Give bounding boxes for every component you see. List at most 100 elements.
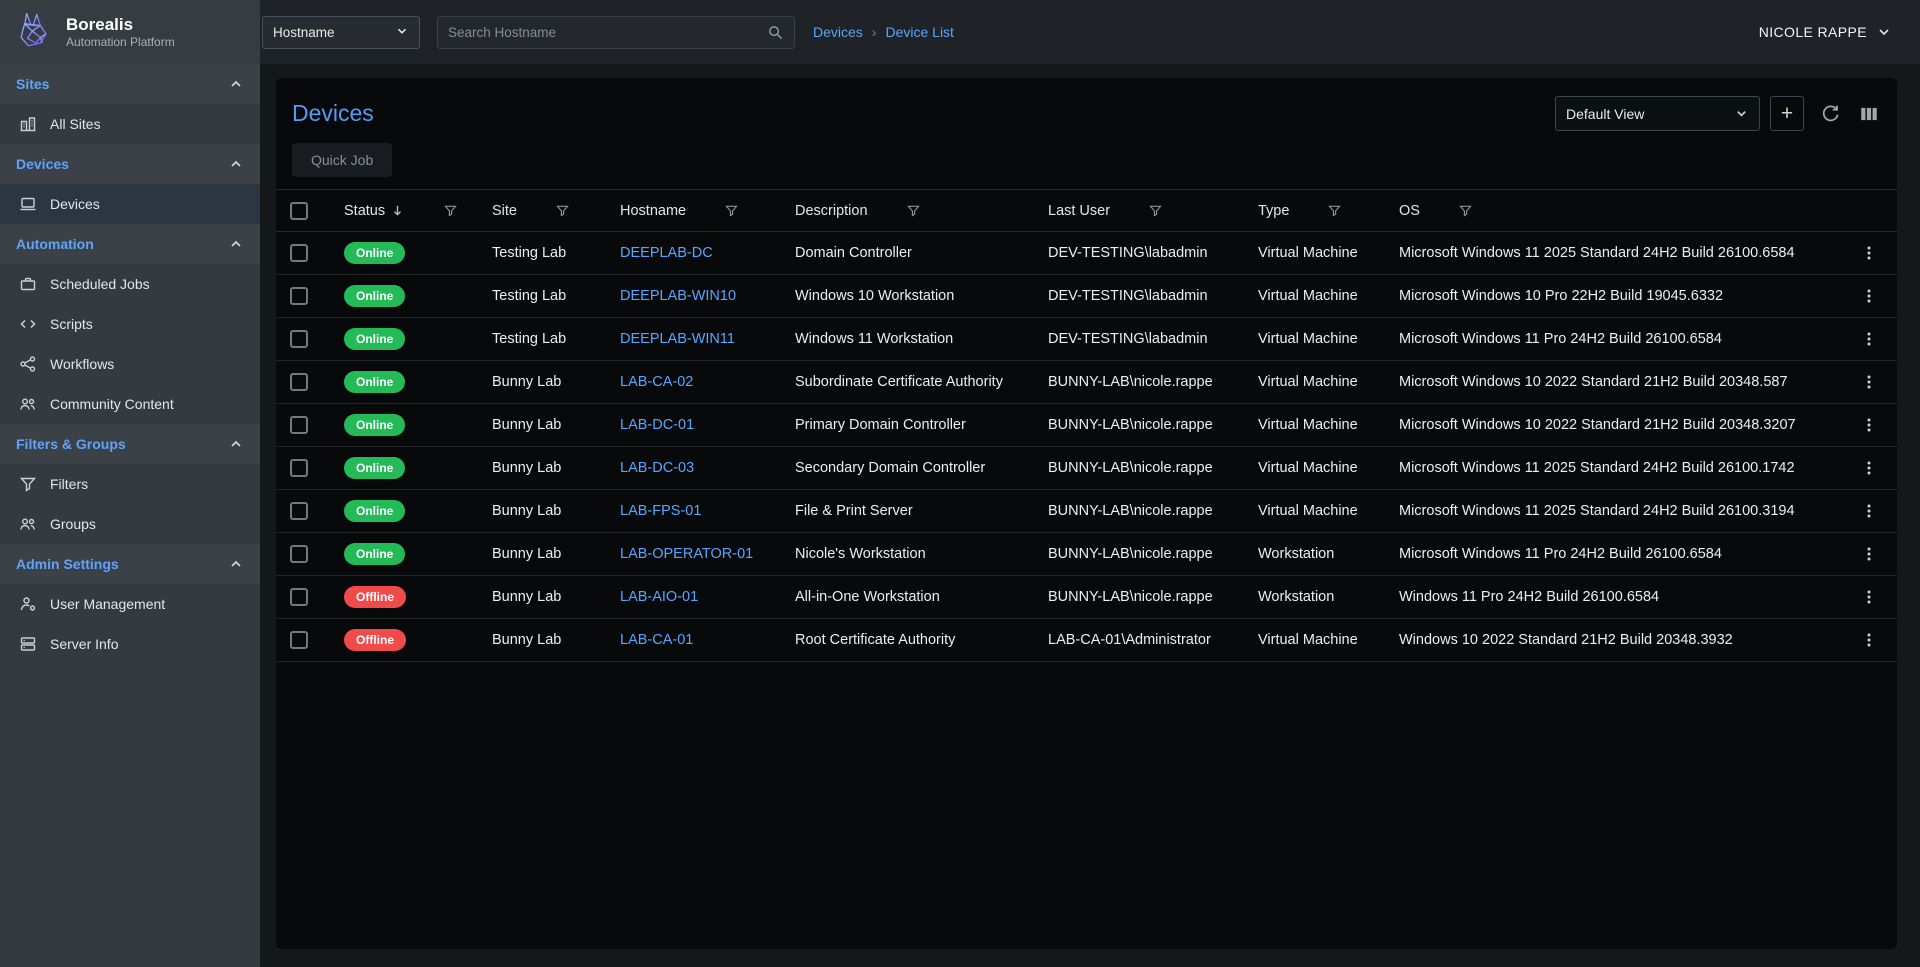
user-menu[interactable]: NICOLE RAPPE <box>1759 24 1892 40</box>
row-checkbox[interactable] <box>290 416 308 434</box>
os-cell: Windows 10 2022 Standard 21H2 Build 2034… <box>1387 619 1841 662</box>
sidebar-item-scheduled-jobs[interactable]: Scheduled Jobs <box>0 264 260 304</box>
sidebar-item-devices[interactable]: Devices <box>0 184 260 224</box>
quick-job-button[interactable]: Quick Job <box>292 143 392 177</box>
sidebar-item-community-content[interactable]: Community Content <box>0 384 260 424</box>
breadcrumb-device-list-link[interactable]: Device List <box>885 24 953 40</box>
search-input[interactable] <box>448 25 759 40</box>
sidebar-section-devices[interactable]: Devices <box>0 144 260 184</box>
sidebar-item-groups[interactable]: Groups <box>0 504 260 544</box>
add-view-button[interactable]: + <box>1770 96 1804 131</box>
hostname-link[interactable]: LAB-DC-03 <box>620 460 694 476</box>
filter-icon[interactable] <box>555 203 570 218</box>
column-chooser-button[interactable] <box>1857 102 1881 126</box>
sidebar-item-label: User Management <box>50 596 165 612</box>
row-actions-kebab-icon[interactable] <box>1860 631 1878 649</box>
last-user-cell: BUNNY-LAB\nicole.rappe <box>1036 533 1246 576</box>
status-badge: Online <box>344 414 405 436</box>
view-select[interactable]: Default View <box>1555 96 1760 131</box>
row-actions-kebab-icon[interactable] <box>1860 416 1878 434</box>
filter-icon[interactable] <box>906 203 921 218</box>
table-row: Offline Bunny Lab LAB-AIO-01 All-in-One … <box>276 576 1897 619</box>
filter-icon[interactable] <box>1458 203 1473 218</box>
table-row: Online Bunny Lab LAB-OPERATOR-01 Nicole'… <box>276 533 1897 576</box>
sidebar-item-server-info[interactable]: Server Info <box>0 624 260 664</box>
last-user-cell: BUNNY-LAB\nicole.rappe <box>1036 490 1246 533</box>
breadcrumb-devices-link[interactable]: Devices <box>813 24 863 40</box>
sidebar-section-sites[interactable]: Sites <box>0 64 260 104</box>
hostname-link[interactable]: LAB-DC-01 <box>620 417 694 433</box>
hostname-link[interactable]: LAB-FPS-01 <box>620 503 701 519</box>
row-checkbox[interactable] <box>290 330 308 348</box>
search-field-select[interactable]: Hostname <box>262 16 420 49</box>
row-checkbox[interactable] <box>290 588 308 606</box>
main-column: Hostname Devices › Device List NICOLE RA… <box>260 0 1920 967</box>
sidebar-item-user-management[interactable]: User Management <box>0 584 260 624</box>
hostname-link[interactable]: LAB-CA-02 <box>620 374 693 390</box>
sidebar-item-label: Workflows <box>50 356 114 372</box>
row-checkbox[interactable] <box>290 287 308 305</box>
chevron-up-icon <box>228 556 244 572</box>
table-row: Online Testing Lab DEEPLAB-DC Domain Con… <box>276 232 1897 275</box>
hostname-link[interactable]: LAB-CA-01 <box>620 632 693 648</box>
sidebar-item-scripts[interactable]: Scripts <box>0 304 260 344</box>
description-cell: Subordinate Certificate Authority <box>783 361 1036 404</box>
search-icon[interactable] <box>767 24 784 41</box>
row-checkbox[interactable] <box>290 373 308 391</box>
col-header-os[interactable]: OS <box>1399 203 1420 219</box>
refresh-button[interactable] <box>1818 101 1843 126</box>
description-cell: Primary Domain Controller <box>783 404 1036 447</box>
chevron-up-icon <box>228 76 244 92</box>
funnel-icon <box>18 475 38 493</box>
section-title: Sites <box>16 76 49 92</box>
row-actions-kebab-icon[interactable] <box>1860 502 1878 520</box>
hostname-link[interactable]: DEEPLAB-DC <box>620 245 713 261</box>
sidebar-item-label: Filters <box>50 476 88 492</box>
site-cell: Bunny Lab <box>480 361 608 404</box>
row-checkbox[interactable] <box>290 502 308 520</box>
row-checkbox[interactable] <box>290 545 308 563</box>
sidebar-filler <box>0 664 260 967</box>
sort-desc-icon[interactable] <box>390 203 405 218</box>
row-actions-kebab-icon[interactable] <box>1860 545 1878 563</box>
sidebar-item-filters[interactable]: Filters <box>0 464 260 504</box>
type-cell: Virtual Machine <box>1246 404 1387 447</box>
filter-icon[interactable] <box>1327 203 1342 218</box>
filter-icon[interactable] <box>443 203 458 218</box>
sidebar-item-all-sites[interactable]: All Sites <box>0 104 260 144</box>
last-user-cell: BUNNY-LAB\nicole.rappe <box>1036 576 1246 619</box>
site-cell: Testing Lab <box>480 318 608 361</box>
hostname-link[interactable]: LAB-AIO-01 <box>620 589 698 605</box>
hostname-link[interactable]: LAB-OPERATOR-01 <box>620 546 753 562</box>
type-cell: Virtual Machine <box>1246 275 1387 318</box>
filter-icon[interactable] <box>1148 203 1163 218</box>
hostname-link[interactable]: DEEPLAB-WIN10 <box>620 288 736 304</box>
row-actions-kebab-icon[interactable] <box>1860 373 1878 391</box>
hostname-link[interactable]: DEEPLAB-WIN11 <box>620 331 735 347</box>
filter-icon[interactable] <box>724 203 739 218</box>
status-badge: Offline <box>344 586 406 608</box>
os-cell: Microsoft Windows 11 Pro 24H2 Build 2610… <box>1387 533 1841 576</box>
sidebar-section-automation[interactable]: Automation <box>0 224 260 264</box>
description-cell: Nicole's Workstation <box>783 533 1036 576</box>
col-header-last-user[interactable]: Last User <box>1048 203 1110 219</box>
row-actions-kebab-icon[interactable] <box>1860 287 1878 305</box>
site-cell: Bunny Lab <box>480 576 608 619</box>
sidebar-section-admin-settings[interactable]: Admin Settings <box>0 544 260 584</box>
sidebar-section-filters-groups[interactable]: Filters & Groups <box>0 424 260 464</box>
col-header-type[interactable]: Type <box>1258 203 1289 219</box>
row-checkbox[interactable] <box>290 244 308 262</box>
col-header-site[interactable]: Site <box>492 203 517 219</box>
col-header-status[interactable]: Status <box>344 203 385 219</box>
row-actions-kebab-icon[interactable] <box>1860 588 1878 606</box>
row-checkbox[interactable] <box>290 459 308 477</box>
row-actions-kebab-icon[interactable] <box>1860 330 1878 348</box>
row-checkbox[interactable] <box>290 631 308 649</box>
row-actions-kebab-icon[interactable] <box>1860 459 1878 477</box>
row-actions-kebab-icon[interactable] <box>1860 244 1878 262</box>
server-icon <box>18 635 38 653</box>
select-all-checkbox[interactable] <box>290 202 308 220</box>
sidebar-item-workflows[interactable]: Workflows <box>0 344 260 384</box>
col-header-hostname[interactable]: Hostname <box>620 203 686 219</box>
col-header-description[interactable]: Description <box>795 203 868 219</box>
